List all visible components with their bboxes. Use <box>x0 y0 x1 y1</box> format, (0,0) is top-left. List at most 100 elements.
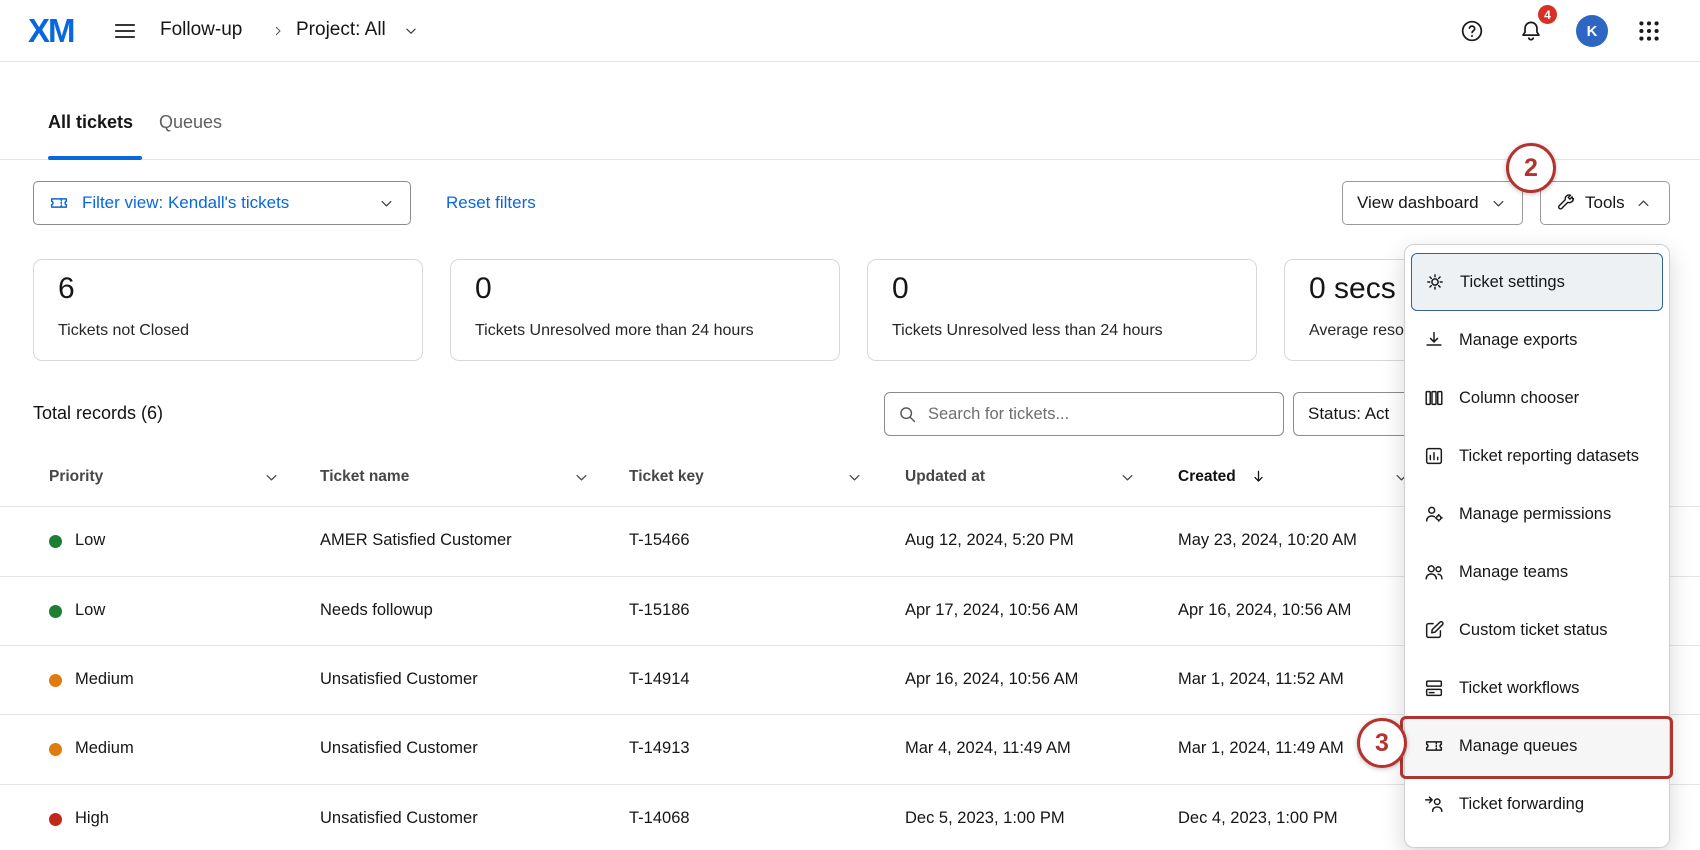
priority-cell: Low <box>75 531 105 550</box>
chevron-down-icon[interactable] <box>845 468 864 487</box>
filter-view-dropdown[interactable]: Filter view: Kendall's tickets <box>33 181 411 225</box>
updated-at-cell: Aug 12, 2024, 5:20 PM <box>905 531 1074 550</box>
chevron-down-icon <box>1489 194 1508 213</box>
menu-item-label: Custom ticket status <box>1459 621 1608 640</box>
top-bar: XM Follow-up Project: All 4 K <box>0 0 1700 62</box>
column-header-created[interactable]: Created <box>1178 468 1236 486</box>
sort-descending-icon[interactable] <box>1249 467 1268 486</box>
chevron-down-icon <box>377 194 396 213</box>
column-header-updated-at[interactable]: Updated at <box>905 468 985 486</box>
menu-item-ticket-settings[interactable]: Ticket settings <box>1411 253 1663 311</box>
column-header-ticket-key[interactable]: Ticket key <box>629 468 704 486</box>
help-icon[interactable] <box>1459 18 1485 44</box>
menu-item-manage-permissions[interactable]: Manage permissions <box>1405 485 1669 543</box>
menu-item-column-chooser[interactable]: Column chooser <box>1405 369 1669 427</box>
created-cell: Mar 1, 2024, 11:52 AM <box>1178 670 1344 689</box>
notifications-bell-icon[interactable] <box>1518 18 1544 44</box>
menu-item-label: Manage queues <box>1459 737 1577 756</box>
tools-button[interactable]: Tools <box>1540 181 1670 225</box>
filter-view-label: Filter view: Kendall's tickets <box>82 193 289 213</box>
menu-item-custom-ticket-status[interactable]: Custom ticket status <box>1405 601 1669 659</box>
priority-cell: High <box>75 809 109 828</box>
ticket-name-cell: AMER Satisfied Customer <box>320 531 512 550</box>
ticket-key-cell: T-15466 <box>629 531 690 550</box>
priority-dot <box>49 605 62 618</box>
menu-item-label: Ticket workflows <box>1459 679 1579 698</box>
menu-item-label: Manage teams <box>1459 563 1568 582</box>
stat-card-not-closed: 6 Tickets not Closed <box>33 259 423 361</box>
hamburger-menu-icon[interactable] <box>112 18 138 44</box>
menu-item-label: Manage exports <box>1459 331 1577 350</box>
priority-cell: Medium <box>75 670 134 689</box>
priority-cell: Low <box>75 601 105 620</box>
column-header-priority[interactable]: Priority <box>49 468 103 486</box>
search-icon <box>897 404 918 425</box>
download-icon <box>1423 329 1445 351</box>
avatar[interactable]: K <box>1576 15 1608 47</box>
ticket-icon <box>48 192 70 214</box>
stat-value: 0 <box>475 272 492 306</box>
menu-item-ticket-reporting-datasets[interactable]: Ticket reporting datasets <box>1405 427 1669 485</box>
app-window: XM Follow-up Project: All 4 K All ticket… <box>0 0 1700 850</box>
ticket-icon <box>1423 735 1445 757</box>
chevron-down-icon[interactable] <box>262 468 281 487</box>
chevron-down-icon[interactable] <box>402 22 420 40</box>
search-input[interactable] <box>928 405 1271 424</box>
notification-count-badge: 4 <box>1538 5 1557 24</box>
reset-filters-link[interactable]: Reset filters <box>446 193 536 213</box>
breadcrumb-section[interactable]: Follow-up <box>160 19 242 41</box>
priority-dot <box>49 813 62 826</box>
menu-item-manage-queues[interactable]: Manage queues <box>1405 717 1669 775</box>
chevron-up-icon <box>1634 194 1653 213</box>
ticket-key-cell: T-14914 <box>629 670 690 689</box>
apps-grid-icon[interactable] <box>1636 18 1662 44</box>
created-cell: Dec 4, 2023, 1:00 PM <box>1178 809 1338 828</box>
stat-label: Tickets Unresolved less than 24 hours <box>892 322 1163 340</box>
gear-icon <box>1424 271 1446 293</box>
tab-all-tickets[interactable]: All tickets <box>48 112 133 133</box>
annotation-step-3: 3 <box>1357 718 1407 768</box>
updated-at-cell: Dec 5, 2023, 1:00 PM <box>905 809 1065 828</box>
menu-item-manage-teams[interactable]: Manage teams <box>1405 543 1669 601</box>
chevron-down-icon[interactable] <box>1118 468 1137 487</box>
ticket-key-cell: T-15186 <box>629 601 690 620</box>
created-cell: May 23, 2024, 10:20 AM <box>1178 531 1357 550</box>
menu-item-label: Ticket forwarding <box>1459 795 1584 814</box>
updated-at-cell: Mar 4, 2024, 11:49 AM <box>905 739 1071 758</box>
bar-chart-icon <box>1423 445 1445 467</box>
view-dashboard-button[interactable]: View dashboard <box>1342 181 1523 225</box>
ticket-search <box>884 392 1284 436</box>
menu-item-manage-exports[interactable]: Manage exports <box>1405 311 1669 369</box>
created-cell: Mar 1, 2024, 11:49 AM <box>1178 739 1344 758</box>
priority-cell: Medium <box>75 739 134 758</box>
menu-item-ticket-workflows[interactable]: Ticket workflows <box>1405 659 1669 717</box>
edit-icon <box>1423 619 1445 641</box>
stat-label: Tickets Unresolved more than 24 hours <box>475 322 754 340</box>
menu-item-ticket-forwarding[interactable]: Ticket forwarding <box>1405 775 1669 833</box>
chevron-down-icon[interactable] <box>572 468 591 487</box>
view-dashboard-label: View dashboard <box>1357 193 1479 213</box>
updated-at-cell: Apr 17, 2024, 10:56 AM <box>905 601 1078 620</box>
annotation-step-2: 2 <box>1506 143 1556 193</box>
ticket-name-cell: Needs followup <box>320 601 433 620</box>
stat-value: 0 <box>892 272 909 306</box>
priority-dot <box>49 743 62 756</box>
menu-item-label: Manage permissions <box>1459 505 1611 524</box>
breadcrumb-project-dropdown[interactable]: Project: All <box>296 19 386 41</box>
priority-dot <box>49 674 62 687</box>
total-records-label: Total records (6) <box>33 403 163 424</box>
stat-label: Average reso <box>1309 322 1404 340</box>
tab-queues[interactable]: Queues <box>159 112 222 133</box>
menu-item-label: Ticket reporting datasets <box>1459 447 1639 466</box>
stat-value: 6 <box>58 272 75 306</box>
updated-at-cell: Apr 16, 2024, 10:56 AM <box>905 670 1078 689</box>
stat-card-unresolved-less-24h: 0 Tickets Unresolved less than 24 hours <box>867 259 1257 361</box>
tabs-bar: All tickets Queues <box>0 62 1700 160</box>
workflow-icon <box>1423 677 1445 699</box>
status-filter-label: Status: Act <box>1308 404 1389 424</box>
ticket-key-cell: T-14068 <box>629 809 690 828</box>
columns-icon <box>1423 387 1445 409</box>
tools-label: Tools <box>1585 193 1625 213</box>
column-header-ticket-name[interactable]: Ticket name <box>320 468 409 486</box>
xm-logo[interactable]: XM <box>28 12 74 50</box>
